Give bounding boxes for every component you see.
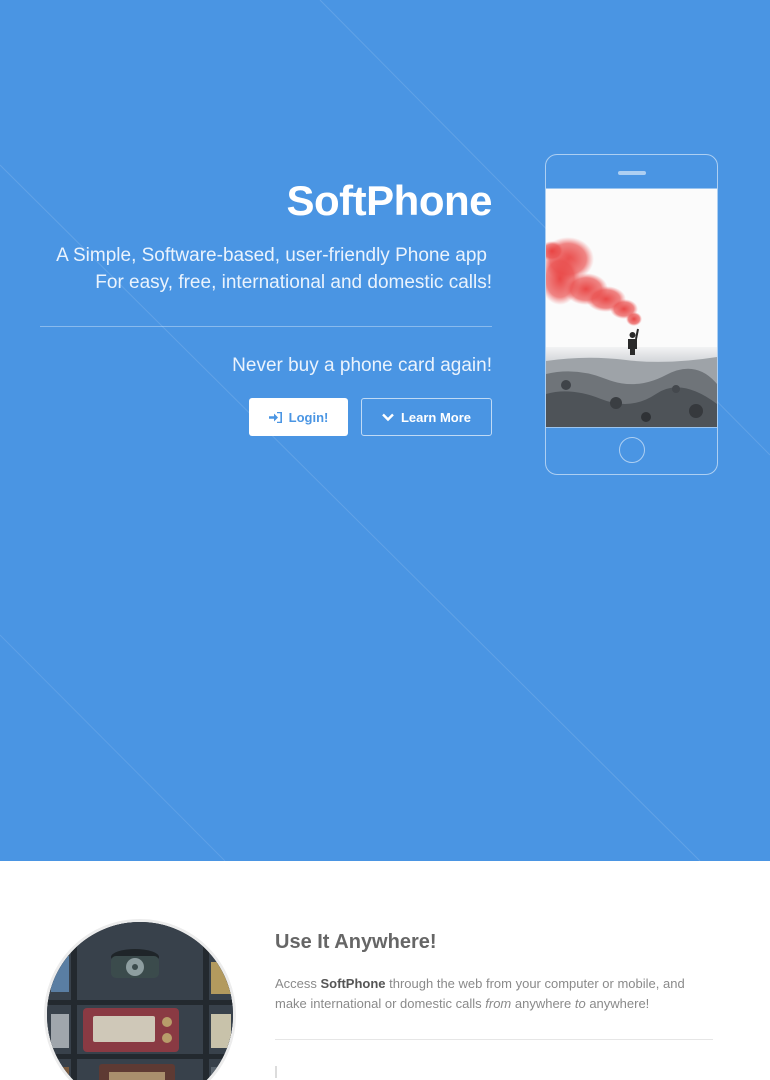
feature-text: Use It Anywhere! Access SoftPhone throug… <box>275 929 713 1078</box>
vintage-phone-radio-photo <box>47 922 233 1080</box>
hero-section: SoftPhone A Simple, Software-based, user… <box>0 0 770 861</box>
hero-tagline: A Simple, Software-based, user-friendly … <box>40 242 492 296</box>
phone-speaker <box>618 171 646 175</box>
desc-brand: SoftPhone <box>320 976 386 991</box>
hero-copy: SoftPhone A Simple, Software-based, user… <box>40 170 493 436</box>
phone-mockup <box>545 154 718 475</box>
desc-to: to <box>574 996 586 1011</box>
tagline-line-1: A Simple, Software-based, user-friendly … <box>56 245 487 266</box>
feature-image <box>44 919 236 1080</box>
feature-divider <box>275 1039 713 1040</box>
phone-screen-image <box>546 189 717 427</box>
chevron-down-icon <box>382 413 394 422</box>
red-smoke-flare-photo <box>546 189 717 427</box>
learn-more-button-label: Learn More <box>400 409 472 425</box>
phone-screen-bottom-edge <box>546 427 717 428</box>
learn-more-button[interactable]: Learn More <box>361 398 492 436</box>
feature-title: Use It Anywhere! <box>275 931 437 953</box>
app-title: SoftPhone <box>286 177 493 224</box>
feature-section: Use It Anywhere! Access SoftPhone throug… <box>0 861 770 1080</box>
desc-from: from <box>485 996 512 1011</box>
hero-subtitle: Never buy a phone card again! <box>232 355 492 376</box>
login-button[interactable]: Login! <box>249 398 348 436</box>
login-button-label: Login! <box>288 409 329 425</box>
feature-description: Access SoftPhone through the web from yo… <box>275 974 713 1014</box>
desc-part-4: anywhere! <box>585 996 650 1011</box>
hero-divider <box>40 326 492 327</box>
phone-home-button <box>619 437 645 463</box>
sign-in-icon <box>268 411 282 423</box>
desc-part-3: anywhere <box>511 996 575 1011</box>
hero-actions: Login! Learn More <box>40 398 492 436</box>
tagline-line-2: For easy, free, international and domest… <box>95 272 492 293</box>
blockquote-bar <box>275 1066 277 1078</box>
desc-part-1: Access <box>275 976 321 991</box>
